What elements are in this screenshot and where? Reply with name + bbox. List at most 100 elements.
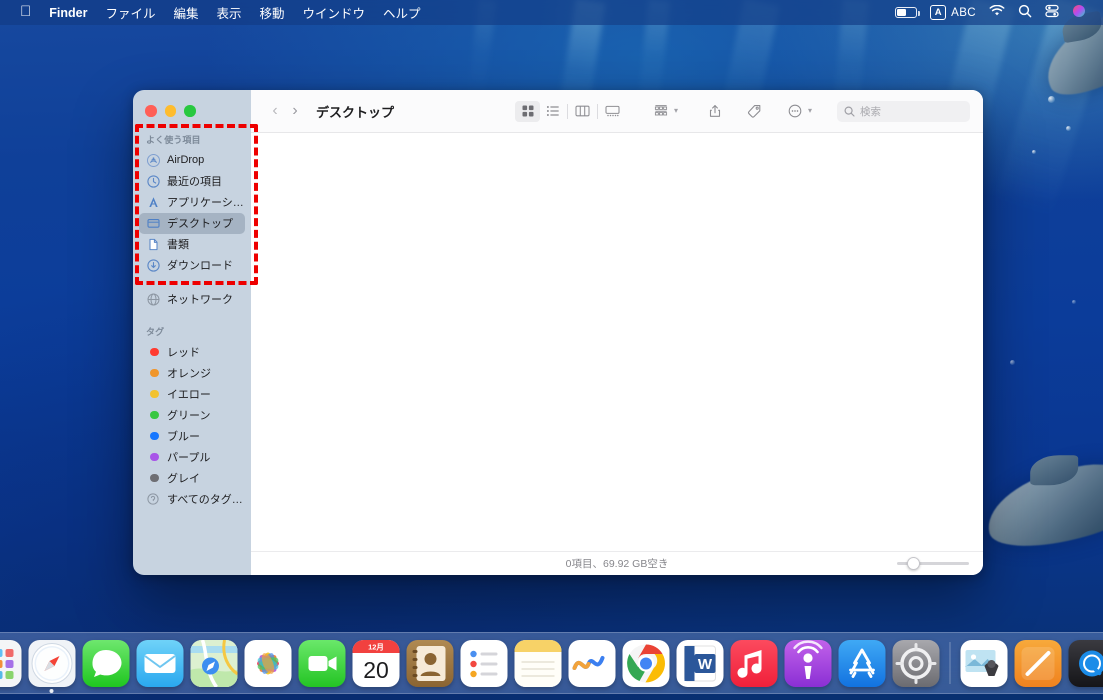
- sidebar-item-desktop[interactable]: デスクトップ: [139, 212, 245, 234]
- tag-color-dot: [150, 431, 159, 441]
- sidebar-item-network[interactable]: ネットワーク: [139, 289, 245, 310]
- menu-item-finder[interactable]: Finder: [40, 6, 96, 20]
- siri-icon[interactable]: [1072, 4, 1086, 21]
- chevron-down-icon[interactable]: ▾: [808, 107, 817, 115]
- dock-item-mail[interactable]: [136, 639, 183, 687]
- sidebar-item-applications[interactable]: アプリケーシ…: [139, 192, 245, 213]
- finder-status-bar: 0項目、69.92 GB空き: [251, 551, 983, 575]
- dock-item-contacts[interactable]: [406, 639, 453, 687]
- sidebar-tag-all-tags[interactable]: すべてのタグ…: [139, 489, 245, 510]
- window-traffic-lights: [133, 97, 251, 131]
- input-source-badge: A: [930, 4, 947, 21]
- sidebar-item-label: ネットワーク: [167, 294, 233, 306]
- forward-button[interactable]: ›: [285, 103, 305, 119]
- dock-item-preview[interactable]: [960, 639, 1007, 687]
- maximize-button[interactable]: [184, 105, 196, 117]
- svg-text:W: W: [697, 656, 712, 673]
- menu-item-edit[interactable]: 編集: [164, 3, 207, 22]
- control-center-icon[interactable]: [1045, 4, 1059, 21]
- sidebar-item-label: 書類: [167, 239, 189, 251]
- view-mode-switcher: [515, 100, 625, 122]
- dock-item-system-settings[interactable]: [892, 639, 939, 687]
- dock-item-safari[interactable]: [28, 639, 75, 693]
- input-source-label: ABC: [951, 6, 976, 19]
- share-button[interactable]: [702, 101, 727, 122]
- sidebar-item-documents[interactable]: 書類: [139, 234, 245, 255]
- search-input[interactable]: 検索: [837, 100, 970, 122]
- dock-item-notes[interactable]: [514, 639, 561, 687]
- dock-item-photos[interactable]: [244, 639, 291, 687]
- dock-item-appstore[interactable]: [838, 639, 885, 687]
- bubble: [1048, 96, 1055, 103]
- applications-icon: [146, 195, 160, 209]
- sidebar-tag-purple[interactable]: パープル: [139, 447, 245, 468]
- sidebar-tag-green[interactable]: グリーン: [139, 405, 245, 426]
- sidebar-item-label: イエロー: [167, 389, 211, 401]
- page-title: デスクトップ: [316, 104, 395, 120]
- tag-color-dot: [150, 389, 159, 399]
- bubble: [1010, 360, 1015, 365]
- sidebar-item-label: デスクトップ: [167, 218, 233, 230]
- minimize-button[interactable]: [164, 105, 176, 117]
- file-list-area[interactable]: [251, 133, 983, 551]
- icon-view-button[interactable]: [515, 100, 540, 122]
- finder-window: よく使う項目 AirDrop 最近の項目 アプリケーシ… デスクトップ 書類 ダ…: [133, 90, 983, 575]
- sidebar-tag-yellow[interactable]: イエロー: [139, 384, 245, 405]
- apple-menu-icon[interactable]: : [20, 4, 31, 19]
- spotlight-search-icon[interactable]: [1018, 4, 1032, 21]
- dolphin-illustration: [978, 451, 1103, 559]
- column-view-button[interactable]: [570, 101, 595, 122]
- dock-item-calendar[interactable]: 12月 20: [352, 639, 399, 687]
- dock-item-quicktime[interactable]: [1068, 639, 1103, 687]
- sidebar-tag-gray[interactable]: グレイ: [139, 468, 245, 489]
- tag-color-dot: [150, 410, 159, 420]
- sidebar-item-recents[interactable]: 最近の項目: [139, 171, 245, 192]
- menu-item-go[interactable]: 移動: [251, 3, 294, 22]
- dock-item-textedit[interactable]: [1014, 639, 1061, 687]
- menu-item-help[interactable]: ヘルプ: [374, 3, 430, 22]
- dock-item-music[interactable]: [730, 639, 777, 687]
- chevron-down-icon[interactable]: ▾: [674, 107, 683, 115]
- sidebar-item-airdrop[interactable]: AirDrop: [139, 150, 245, 171]
- menu-item-view[interactable]: 表示: [207, 3, 250, 22]
- dock-item-chrome[interactable]: [622, 639, 669, 687]
- sidebar-item-label: グレイ: [167, 473, 200, 485]
- more-actions-button[interactable]: [782, 101, 807, 122]
- dock-item-freeform[interactable]: [568, 639, 615, 687]
- back-button[interactable]: ‹: [265, 103, 285, 119]
- dock-item-messages[interactable]: [82, 639, 129, 687]
- dock-item-facetime[interactable]: [298, 639, 345, 687]
- documents-icon: [146, 237, 160, 251]
- wifi-icon[interactable]: [989, 4, 1005, 20]
- list-view-button[interactable]: [540, 101, 565, 122]
- network-globe-icon: [146, 292, 160, 306]
- gallery-view-button[interactable]: [600, 101, 625, 122]
- sidebar-item-downloads[interactable]: ダウンロード: [139, 255, 245, 276]
- close-button[interactable]: [145, 105, 157, 117]
- menu-item-file[interactable]: ファイル: [96, 3, 164, 22]
- dock-item-reminders[interactable]: [460, 639, 507, 687]
- svg-text:20: 20: [363, 657, 389, 683]
- battery-icon[interactable]: [895, 7, 920, 18]
- dock-item-podcasts[interactable]: [784, 639, 831, 687]
- sidebar-tag-red[interactable]: レッド: [139, 342, 245, 363]
- sidebar-tag-blue[interactable]: ブルー: [139, 426, 245, 447]
- status-text: 0項目、69.92 GB空き: [565, 558, 669, 570]
- icon-size-slider[interactable]: [897, 557, 969, 571]
- dock-item-launchpad[interactable]: [0, 639, 21, 687]
- sidebar-item-label: グリーン: [167, 410, 211, 422]
- sidebar-item-label: すべてのタグ…: [167, 494, 243, 506]
- sidebar-tag-orange[interactable]: オレンジ: [139, 363, 245, 384]
- group-by-button[interactable]: [648, 101, 673, 122]
- dock-separator: [949, 642, 950, 684]
- recents-clock-icon: [146, 174, 160, 188]
- tag-button[interactable]: [742, 101, 767, 122]
- finder-content-pane: ‹ › デスクトップ ▾ ▾ 検索 0項目、69.92 GB空き: [251, 90, 983, 575]
- menu-item-window[interactable]: ウインドウ: [294, 3, 375, 22]
- finder-sidebar: よく使う項目 AirDrop 最近の項目 アプリケーシ… デスクトップ 書類 ダ…: [133, 90, 251, 575]
- running-indicator: [49, 688, 54, 693]
- dock-item-maps[interactable]: [190, 639, 237, 687]
- input-source-indicator[interactable]: A ABC: [930, 4, 976, 21]
- dock-item-word[interactable]: W: [676, 639, 723, 687]
- sidebar-item-label: AirDrop: [167, 154, 205, 166]
